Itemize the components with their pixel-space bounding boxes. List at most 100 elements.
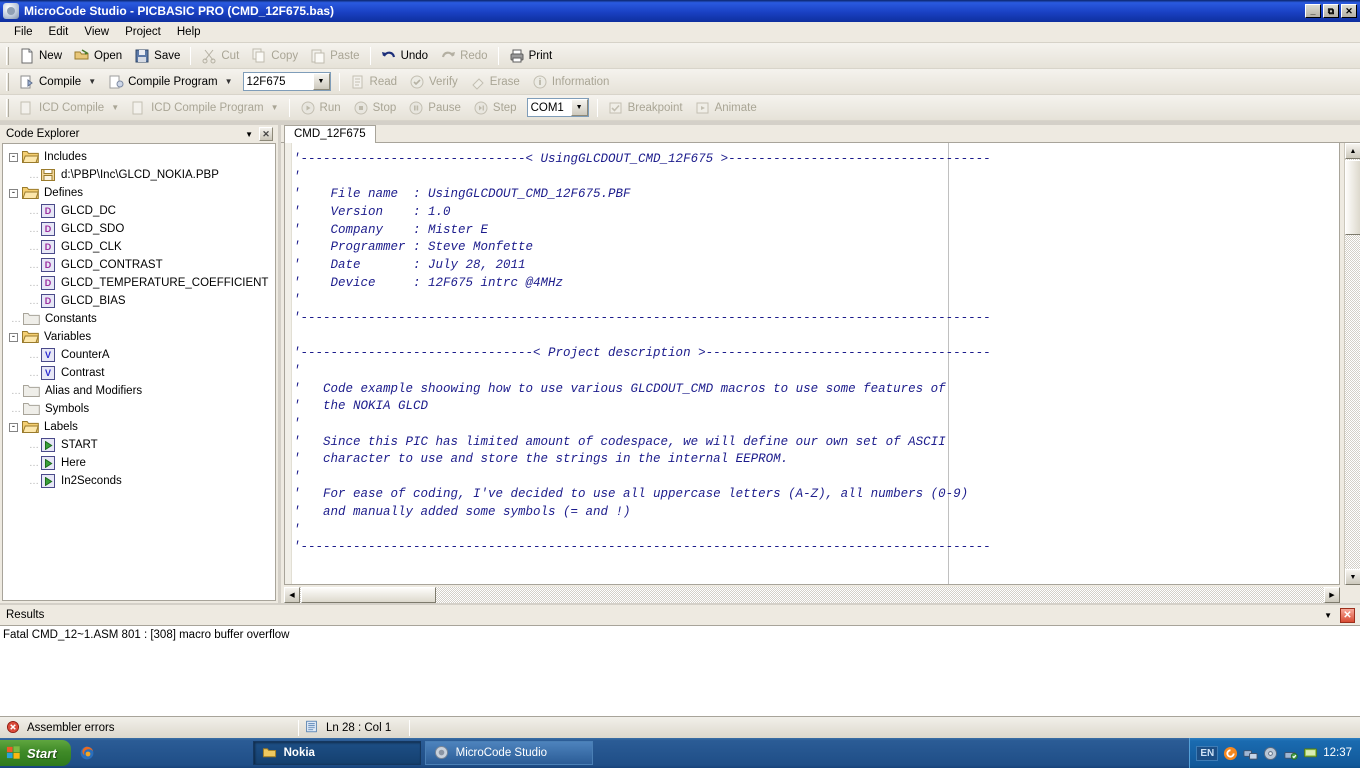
editor-vertical-scrollbar[interactable]: ▲ ▼ [1344,143,1360,585]
horizontal-scroll-thumb[interactable] [301,587,436,603]
tree-expander-icon[interactable]: - [9,333,18,342]
copy-button[interactable]: Copy [245,45,304,67]
tree-item-labels[interactable]: -Labels [9,418,275,436]
status-error-text: Assembler errors [27,722,115,734]
tree-item-glcd-contrast[interactable]: …DGLCD_CONTRAST [9,256,275,274]
tray-clock[interactable]: 12:37 [1323,747,1352,759]
menu-edit[interactable]: Edit [41,24,77,40]
firefox-icon[interactable] [79,745,95,761]
chevron-down-icon[interactable]: ▼ [239,130,259,139]
tree-item-alias-and-modifiers[interactable]: …Alias and Modifiers [9,382,275,400]
print-button[interactable]: Print [503,45,559,67]
results-output[interactable]: Fatal CMD_12~1.ASM 801 : [308] macro buf… [0,625,1360,717]
step-button[interactable]: Step [467,97,523,119]
menu-project[interactable]: Project [117,24,169,40]
chevron-down-icon[interactable]: ▼ [571,99,588,116]
disc-icon[interactable] [1263,746,1278,761]
tab-cmd-12f675[interactable]: CMD_12F675 [284,125,376,143]
tree-item-glcd-temperature-coefficient[interactable]: …DGLCD_TEMPERATURE_COEFFICIENT [9,274,275,292]
tree-item-label: Symbols [45,403,89,415]
close-icon[interactable]: ✕ [1340,608,1355,623]
tree-expander-icon[interactable]: - [9,423,18,432]
tree-item-glcd-dc[interactable]: …DGLCD_DC [9,202,275,220]
toolbar-grip[interactable] [6,73,9,91]
minimize-button[interactable]: _ [1305,4,1321,18]
new-button[interactable]: New [13,45,68,67]
scroll-up-icon[interactable]: ▲ [1345,143,1360,159]
chevron-down-icon[interactable]: ▼ [111,103,119,112]
toolbar-grip[interactable] [6,99,9,117]
stop-button[interactable]: Stop [347,97,403,119]
tree-item-glcd-clk[interactable]: …DGLCD_CLK [9,238,275,256]
undo-button[interactable]: Undo [375,45,435,67]
device-combo[interactable]: 12F675 ▼ [243,72,331,91]
chevron-down-icon[interactable]: ▼ [225,77,233,86]
save-button[interactable]: Save [128,45,186,67]
antivirus-icon[interactable] [1223,746,1238,761]
breakpoint-button[interactable]: Breakpoint [602,97,689,119]
toolbar-grip[interactable] [6,47,9,65]
paste-button[interactable]: Paste [304,45,365,67]
read-button[interactable]: Read [344,71,404,93]
chevron-down-icon[interactable]: ▼ [1316,611,1340,620]
taskbar-item-nokia[interactable]: Nokia [253,741,421,765]
tree-item-glcd-sdo[interactable]: …DGLCD_SDO [9,220,275,238]
code-explorer-tree[interactable]: -Includes…d:\PBP\Inc\GLCD_NOKIA.PBP-Defi… [2,143,276,601]
vertical-scroll-thumb[interactable] [1345,160,1360,235]
tree-expander-icon[interactable]: - [9,189,18,198]
toolbar-separator [339,73,340,91]
scroll-left-icon[interactable]: ◀ [284,587,300,603]
tree-item-symbols[interactable]: …Symbols [9,400,275,418]
tree-expander-icon[interactable]: - [9,153,18,162]
icd-compile-program-button[interactable]: ICD Compile Program ▼ [125,97,284,119]
close-icon[interactable]: ✕ [259,127,273,141]
cut-button[interactable]: Cut [195,45,245,67]
results-title: Results [6,609,1316,621]
maximize-button[interactable]: ⧉ [1323,4,1339,18]
tree-item-includes[interactable]: -Includes [9,148,275,166]
tree-item-countera[interactable]: …VCounterA [9,346,275,364]
compile-button[interactable]: Compile ▼ [13,71,102,93]
editor-code-text[interactable]: '------------------------------< UsingGL… [293,143,1339,584]
code-editor[interactable]: '------------------------------< UsingGL… [284,143,1340,585]
tree-item-contrast[interactable]: …VContrast [9,364,275,382]
information-button[interactable]: Information [526,71,616,93]
tree-item-d-pbp-inc-glcd-nokia-pbp[interactable]: …d:\PBP\Inc\GLCD_NOKIA.PBP [9,166,275,184]
taskbar-item-microcode-studio[interactable]: MicroCode Studio [425,741,593,765]
tree-item-constants[interactable]: …Constants [9,310,275,328]
safely-remove-icon[interactable] [1283,746,1298,761]
open-button[interactable]: Open [68,45,128,67]
tree-item-variables[interactable]: -Variables [9,328,275,346]
run-button[interactable]: Run [294,97,347,119]
language-indicator[interactable]: EN [1196,746,1218,761]
verify-button[interactable]: Verify [403,71,464,93]
editor-horizontal-scrollbar[interactable]: ◀ ▶ [284,587,1340,603]
tree-item-here[interactable]: …Here [9,454,275,472]
chevron-down-icon[interactable]: ▼ [271,103,279,112]
tree-connector: … [27,260,41,271]
close-button[interactable]: ✕ [1341,4,1357,18]
icd-compile-button[interactable]: ICD Compile ▼ [13,97,125,119]
display-icon[interactable] [1303,746,1318,761]
chevron-down-icon[interactable]: ▼ [88,77,96,86]
menu-help[interactable]: Help [169,24,209,40]
network-icon[interactable] [1243,746,1258,761]
tree-item-defines[interactable]: -Defines [9,184,275,202]
port-combo[interactable]: COM1 ▼ [527,98,589,117]
define-icon: D [41,204,55,218]
tree-connector: … [27,206,41,217]
compile-program-button[interactable]: Compile Program ▼ [102,71,238,93]
animate-button[interactable]: Animate [689,97,763,119]
redo-button[interactable]: Redo [434,45,494,67]
menu-view[interactable]: View [76,24,117,40]
scroll-right-icon[interactable]: ▶ [1324,587,1340,603]
tree-item-in2seconds[interactable]: …In2Seconds [9,472,275,490]
erase-button[interactable]: Erase [464,71,526,93]
pause-button[interactable]: Pause [402,97,467,119]
menu-file[interactable]: File [6,24,41,40]
start-button[interactable]: Start [0,740,71,766]
chevron-down-icon[interactable]: ▼ [313,73,330,90]
tree-item-glcd-bias[interactable]: …DGLCD_BIAS [9,292,275,310]
tree-item-start[interactable]: …START [9,436,275,454]
scroll-down-icon[interactable]: ▼ [1345,569,1360,585]
